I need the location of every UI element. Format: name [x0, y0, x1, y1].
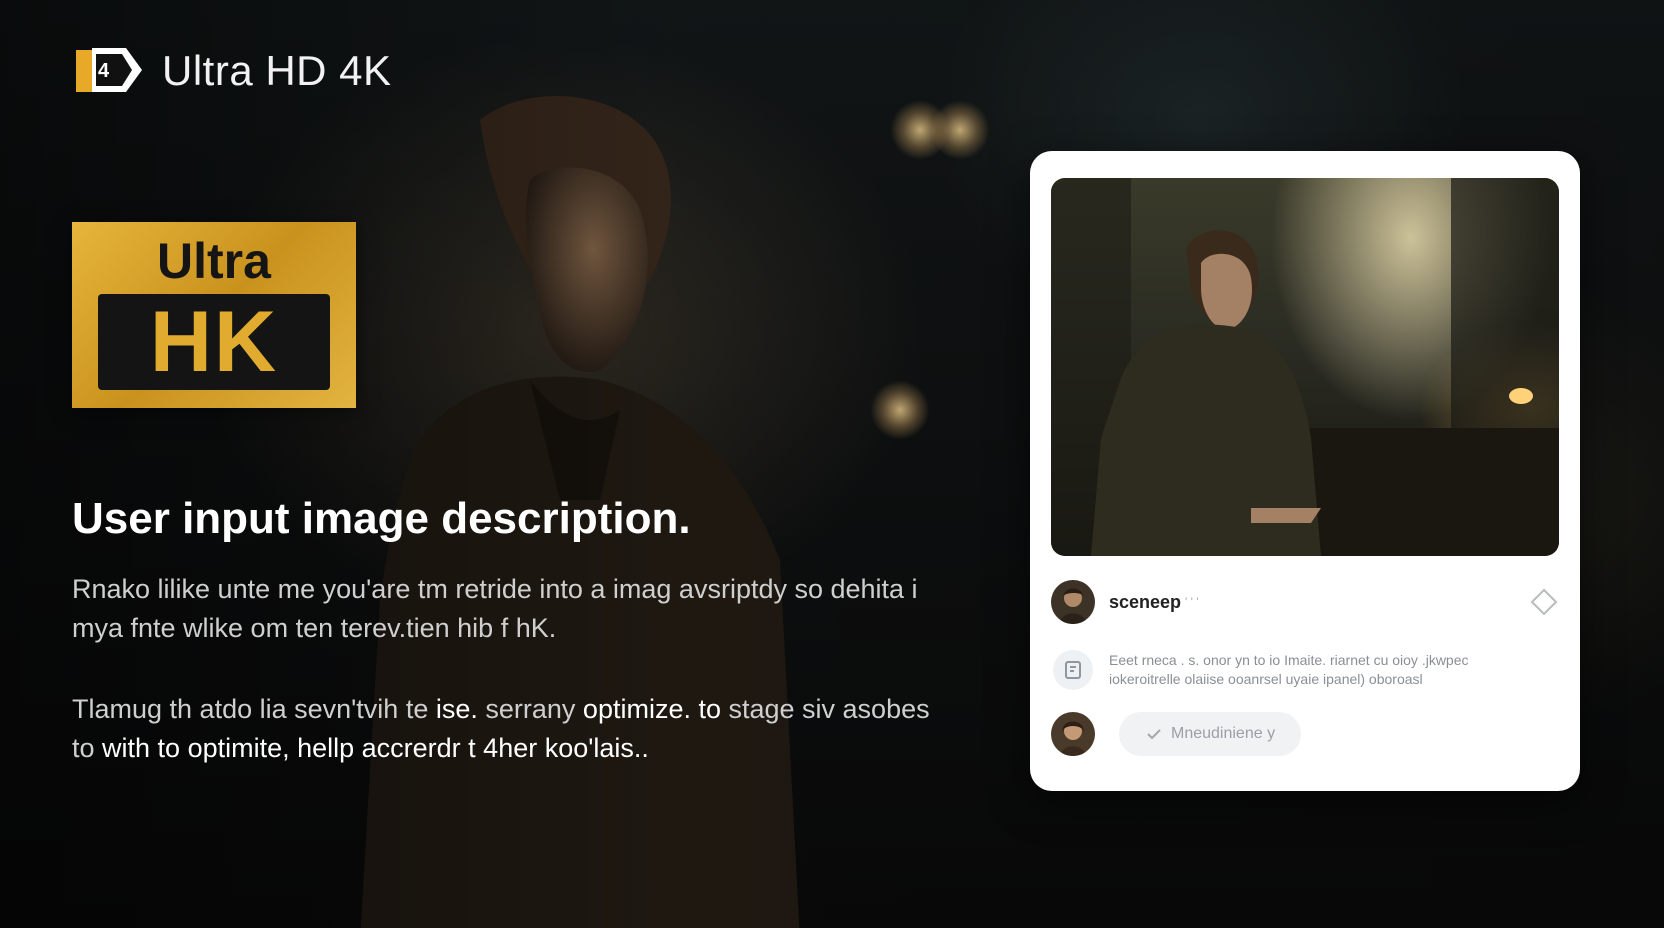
verify-label: Mneudiniene y: [1171, 725, 1276, 742]
para2-bold-1: ise.: [435, 694, 478, 724]
avatar[interactable]: [1051, 580, 1095, 624]
para2-text-2: serrany: [477, 694, 583, 724]
document-icon: [1053, 650, 1093, 690]
avatar-image: [1051, 580, 1095, 624]
verify-row: Mneudiniene y: [1051, 709, 1559, 759]
badge-main-label: HK: [149, 293, 279, 390]
description-row: Eeet rneca . s. onor yn to io Imaite. ri…: [1051, 645, 1559, 695]
username[interactable]: sceneep: [1109, 592, 1181, 613]
svg-text:4: 4: [98, 60, 110, 82]
username-suffix: ' ' ': [1185, 595, 1199, 609]
badge-top-label: Ultra: [157, 233, 271, 289]
preview-image-illustration: [1051, 178, 1559, 556]
description-paragraph-1: Rnako lilike unte me you'are tm retride …: [72, 574, 918, 643]
brand-title: Ultra HD 4K: [162, 47, 392, 94]
brand-header: 4 Ultra HD 4K: [74, 44, 392, 98]
preview-card: sceneep ' ' ' Eeet rneca . s. onor yn to…: [1030, 151, 1580, 791]
card-description: Eeet rneca . s. onor yn to io Imaite. ri…: [1109, 652, 1469, 687]
ultra-hd-4k-logo-icon: 4: [76, 48, 142, 92]
avatar[interactable]: [1051, 712, 1095, 756]
user-row: sceneep ' ' ': [1051, 579, 1559, 625]
verify-button[interactable]: Mneudiniene y: [1119, 712, 1302, 756]
para2-text-1: Tlamug th atdo lia sevn'tvih te: [72, 694, 436, 724]
document-icon-glyph: [1065, 661, 1081, 679]
description-paragraph-2: Tlamug th atdo lia sevn'tvih te ise. ser…: [72, 690, 932, 768]
badge-inner-box: HK: [98, 294, 330, 390]
para2-bold-2: optimize. to: [582, 694, 721, 724]
para2-bold-3: with to optimite, hellp accrerdr t 4her …: [102, 733, 649, 763]
diamond-icon[interactable]: [1529, 587, 1559, 617]
preview-image[interactable]: [1051, 178, 1559, 556]
check-icon: [1147, 729, 1161, 740]
ultra-hk-badge: Ultra HK: [72, 222, 356, 408]
avatar-image: [1051, 712, 1095, 756]
page-headline: User input image description.: [72, 494, 691, 543]
